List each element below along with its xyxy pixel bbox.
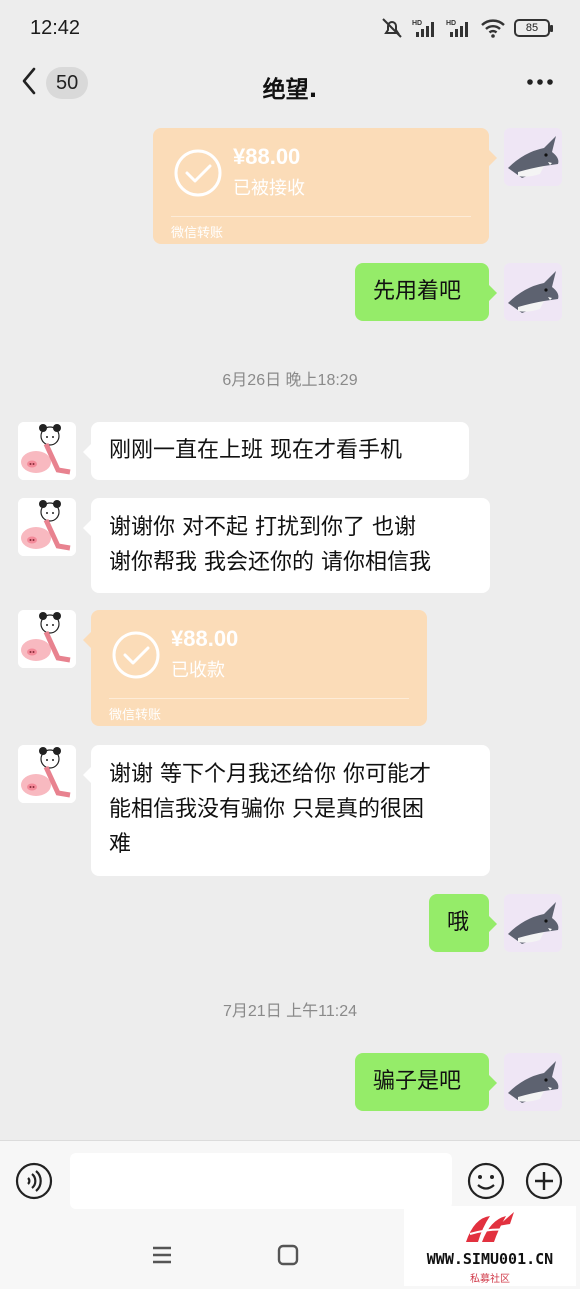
message-bubble-sent[interactable]: 哦 [429,894,497,952]
chat-title: 绝望. [262,77,318,103]
unread-count-badge: 50 [46,67,89,99]
watermark-logo-icon [460,1208,520,1252]
message-input[interactable] [70,1153,452,1209]
menu-icon[interactable] [150,1242,174,1272]
message-bubble-received[interactable]: 刚刚一直在上班 现在才看手机 [83,422,469,480]
message-text: 先用着吧 [373,279,462,304]
chat-header: 50 绝望. [0,56,580,118]
peer-avatar[interactable] [18,498,76,556]
mute-icon [380,17,404,39]
message-text-line: 难 [109,832,132,857]
transfer-card-received[interactable]: ¥88.00 已收款 微信转账 [83,610,427,726]
transfer-footer: 微信转账 [109,708,162,723]
transfer-status: 已被接收 [233,178,305,199]
watermark-subtext: 私募社区 [470,1274,510,1285]
status-icons: HD HD 85 [380,17,553,39]
chevron-left-icon [20,66,38,100]
peer-avatar[interactable] [18,422,76,480]
message-text-line: 谢谢你 对不起 打扰到你了 也谢 [109,515,416,540]
status-bar: 12:42 HD HD 85 [0,0,580,56]
emoji-icon[interactable] [466,1161,506,1205]
status-time: 12:42 [30,16,81,39]
message-text: 骗子是吧 [373,1069,462,1094]
chat-timestamp: 7月21日 上午11:24 [223,1003,357,1020]
transfer-check-icon [111,630,161,680]
message-text: 刚刚一直在上班 现在才看手机 [109,438,402,463]
back-button[interactable]: 50 [20,66,89,100]
self-avatar[interactable] [504,1053,562,1111]
watermark: WWW.SIMU001.CN 私募社区 [404,1206,576,1286]
signal-hd-icon: HD [412,18,438,38]
transfer-check-icon [173,148,223,198]
battery-indicator: 85 [514,19,553,37]
voice-input-icon[interactable] [14,1161,54,1205]
self-avatar[interactable] [504,894,562,952]
svg-text:HD: HD [412,20,422,27]
more-options-icon[interactable] [526,72,554,91]
self-avatar[interactable] [504,263,562,321]
transfer-card-sent[interactable]: ¥88.00 已被接收 微信转账 [153,128,497,244]
transfer-divider [109,698,409,699]
message-bubble-sent[interactable]: 先用着吧 [355,263,497,321]
home-icon[interactable] [276,1242,300,1272]
watermark-text: WWW.SIMU001.CN [426,1250,554,1268]
peer-avatar[interactable] [18,745,76,803]
message-bubble-received[interactable]: 谢谢 等下个月我还给你 你可能才 能相信我没有骗你 只是真的很困 难 [83,745,490,876]
transfer-amount: ¥88.00 [171,626,239,651]
message-bubble-received[interactable]: 谢谢你 对不起 打扰到你了 也谢 谢你帮我 我会还你的 请你相信我 [83,498,490,593]
wifi-icon [480,18,506,38]
transfer-footer: 微信转账 [171,226,224,241]
peer-avatar[interactable] [18,610,76,668]
message-bubble-sent[interactable]: 骗子是吧 [355,1053,497,1111]
message-text-line: 谢谢 等下个月我还给你 你可能才 [109,762,431,787]
message-text-line: 谢你帮我 我会还你的 请你相信我 [109,550,431,575]
transfer-status: 已收款 [171,660,225,681]
transfer-amount: ¥88.00 [233,144,301,169]
svg-text:HD: HD [446,20,456,27]
signal-hd-icon-2: HD [446,18,472,38]
plus-icon[interactable] [524,1161,564,1205]
message-text-line: 能相信我没有骗你 只是真的很困 [109,797,424,822]
chat-timestamp: 6月26日 晚上18:29 [222,372,358,389]
message-text: 哦 [447,910,470,935]
transfer-divider [171,216,471,217]
self-avatar[interactable] [504,128,562,186]
